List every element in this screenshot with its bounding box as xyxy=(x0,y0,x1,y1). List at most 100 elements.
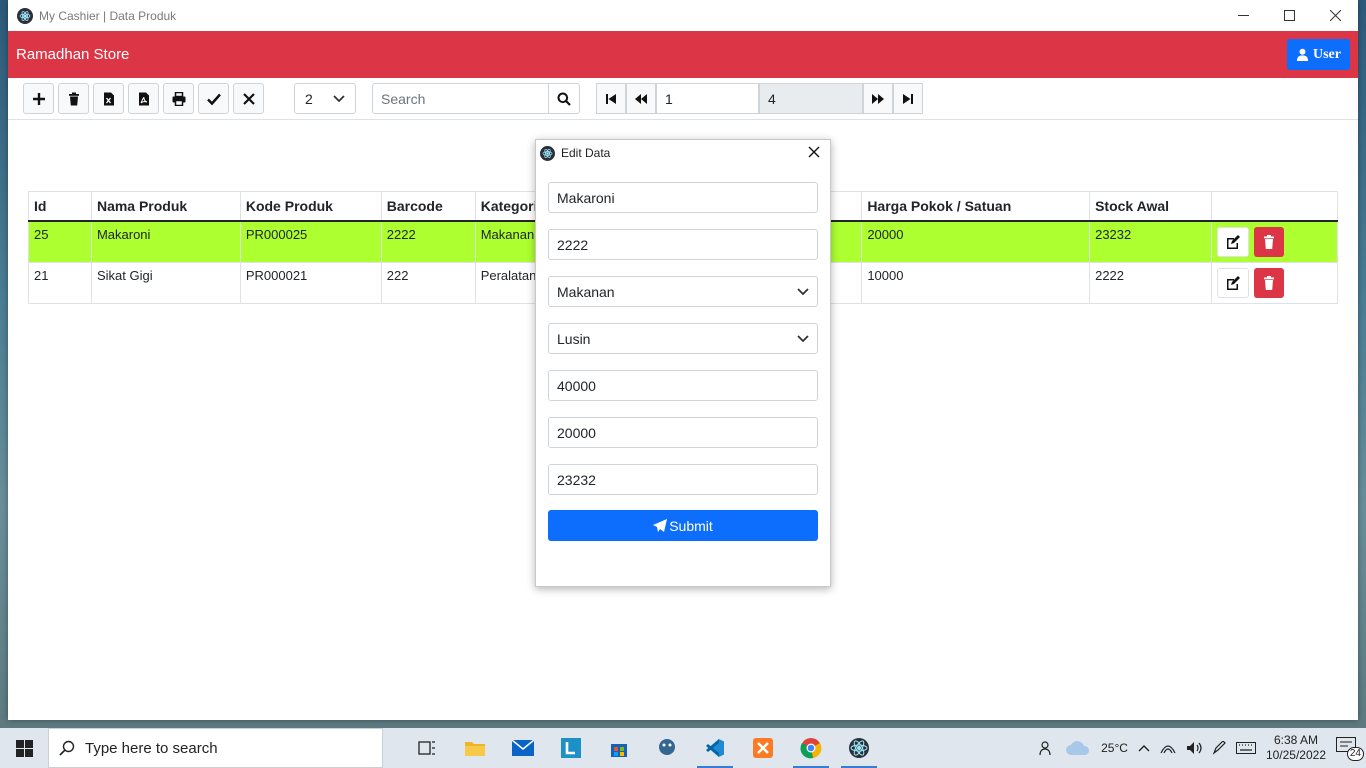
pagination: 1 4 xyxy=(596,83,923,114)
nama-produk-input[interactable]: Makaroni xyxy=(548,182,818,213)
plus-icon xyxy=(32,92,45,105)
print-icon xyxy=(172,91,185,106)
chrome-icon[interactable] xyxy=(787,728,835,768)
electron-app-icon[interactable] xyxy=(835,728,883,768)
store-icon[interactable] xyxy=(595,728,643,768)
l-app-icon[interactable] xyxy=(547,728,595,768)
cancel-button[interactable] xyxy=(233,83,264,114)
kategori-select[interactable]: Makanan xyxy=(548,276,818,307)
satuan-value: Lusin xyxy=(557,330,591,347)
xampp-icon[interactable] xyxy=(739,728,787,768)
cell-kode: PR000025 xyxy=(239,220,382,263)
per-page-select[interactable]: 2 xyxy=(294,83,356,114)
clock-date: 10/25/2022 xyxy=(1265,748,1326,762)
backward-icon xyxy=(635,93,647,104)
cell-nama: Makaroni xyxy=(90,220,241,263)
harga-pokok-input[interactable]: 20000 xyxy=(548,417,818,448)
cell-id: 25 xyxy=(28,220,92,263)
modal-header: Edit Data xyxy=(536,140,830,166)
nama-produk-value: Makaroni xyxy=(557,189,615,206)
chevron-up-icon[interactable] xyxy=(1138,744,1150,752)
user-label: User xyxy=(1313,46,1341,62)
mail-icon[interactable] xyxy=(499,728,547,768)
submit-button[interactable]: Submit xyxy=(548,510,818,541)
header-actions xyxy=(1211,191,1338,222)
user-button[interactable]: User xyxy=(1287,39,1350,70)
delete-button[interactable] xyxy=(58,83,89,114)
vscode-icon[interactable] xyxy=(691,728,739,768)
prev-page-button[interactable] xyxy=(626,83,656,114)
postgresql-icon[interactable] xyxy=(643,728,691,768)
title-bar: My Cashier | Data Produk xyxy=(8,0,1358,31)
add-button[interactable] xyxy=(23,83,54,114)
satuan-select[interactable]: Lusin xyxy=(548,323,818,354)
export-excel-button[interactable] xyxy=(93,83,124,114)
clock[interactable]: 6:38 AM 10/25/2022 xyxy=(1266,733,1326,763)
close-icon xyxy=(808,146,820,158)
trash-icon xyxy=(68,92,79,105)
notification-count: 24 xyxy=(1346,747,1364,761)
step-backward-icon xyxy=(606,93,616,104)
system-tray: 25°C 6:38 AM 10/25/2022 24 xyxy=(1039,728,1366,768)
delete-row-button[interactable] xyxy=(1254,226,1284,257)
notification-center[interactable]: 24 xyxy=(1336,737,1364,761)
x-icon xyxy=(242,92,255,105)
edit-button[interactable] xyxy=(1217,267,1249,298)
people-icon[interactable] xyxy=(1039,740,1055,756)
file-pdf-icon xyxy=(138,92,149,105)
cell-nama: Sikat Gigi xyxy=(90,262,241,304)
file-excel-icon xyxy=(103,92,114,105)
keyboard-icon[interactable] xyxy=(1235,742,1256,754)
pen-icon[interactable] xyxy=(1212,741,1226,755)
close-window-button[interactable] xyxy=(1312,0,1358,31)
volume-icon[interactable] xyxy=(1186,741,1202,755)
first-page-button[interactable] xyxy=(596,83,626,114)
search-button[interactable] xyxy=(549,83,580,114)
next-page-button[interactable] xyxy=(863,83,893,114)
export-pdf-button[interactable] xyxy=(128,83,159,114)
file-explorer-icon[interactable] xyxy=(451,728,499,768)
cell-harga: 20000 xyxy=(861,220,1090,263)
electron-icon xyxy=(17,7,33,24)
network-icon[interactable] xyxy=(1160,741,1176,755)
header-id[interactable]: Id xyxy=(28,191,92,222)
maximize-button[interactable] xyxy=(1266,0,1312,31)
print-button[interactable] xyxy=(163,83,194,114)
forward-icon xyxy=(872,93,884,104)
taskbar-search-placeholder: Type here to search xyxy=(85,739,218,757)
cell-actions xyxy=(1211,220,1338,263)
header-kode-produk[interactable]: Kode Produk xyxy=(239,191,382,222)
submit-label: Submit xyxy=(669,517,713,534)
header-harga-pokok[interactable]: Harga Pokok / Satuan xyxy=(861,191,1090,222)
stock-input[interactable]: 23232 xyxy=(548,464,818,495)
harga-jual-input[interactable]: 40000 xyxy=(548,370,818,401)
check-icon xyxy=(206,93,221,105)
taskbar-search[interactable]: Type here to search xyxy=(48,728,383,768)
last-page-button[interactable] xyxy=(893,83,923,114)
weather-temp[interactable]: 25°C xyxy=(1101,741,1128,755)
barcode-input[interactable]: 2222 xyxy=(548,229,818,260)
cell-barcode: 2222 xyxy=(380,220,476,263)
header-nama-produk[interactable]: Nama Produk xyxy=(90,191,241,222)
user-icon xyxy=(1296,48,1309,61)
header-barcode[interactable]: Barcode xyxy=(380,191,476,222)
chevron-down-icon xyxy=(333,94,345,102)
cloud-icon[interactable] xyxy=(1065,740,1091,756)
header-stock-awal[interactable]: Stock Awal xyxy=(1089,191,1212,222)
per-page-value: 2 xyxy=(305,90,313,107)
delete-row-button[interactable] xyxy=(1254,267,1284,298)
current-page-input[interactable]: 1 xyxy=(656,83,759,114)
search-icon xyxy=(59,740,75,756)
task-view-icon[interactable] xyxy=(403,728,451,768)
edit-button[interactable] xyxy=(1217,226,1249,257)
cell-actions xyxy=(1211,262,1338,304)
cell-stock: 23232 xyxy=(1089,220,1212,263)
confirm-button[interactable] xyxy=(198,83,229,114)
modal-close-button[interactable] xyxy=(806,144,822,160)
kategori-value: Makanan xyxy=(557,283,615,300)
edit-icon xyxy=(1226,275,1240,290)
minimize-button[interactable] xyxy=(1220,0,1266,31)
start-button[interactable] xyxy=(0,728,48,768)
search-input[interactable]: Search xyxy=(372,83,549,114)
window-title: My Cashier | Data Produk xyxy=(39,8,177,23)
